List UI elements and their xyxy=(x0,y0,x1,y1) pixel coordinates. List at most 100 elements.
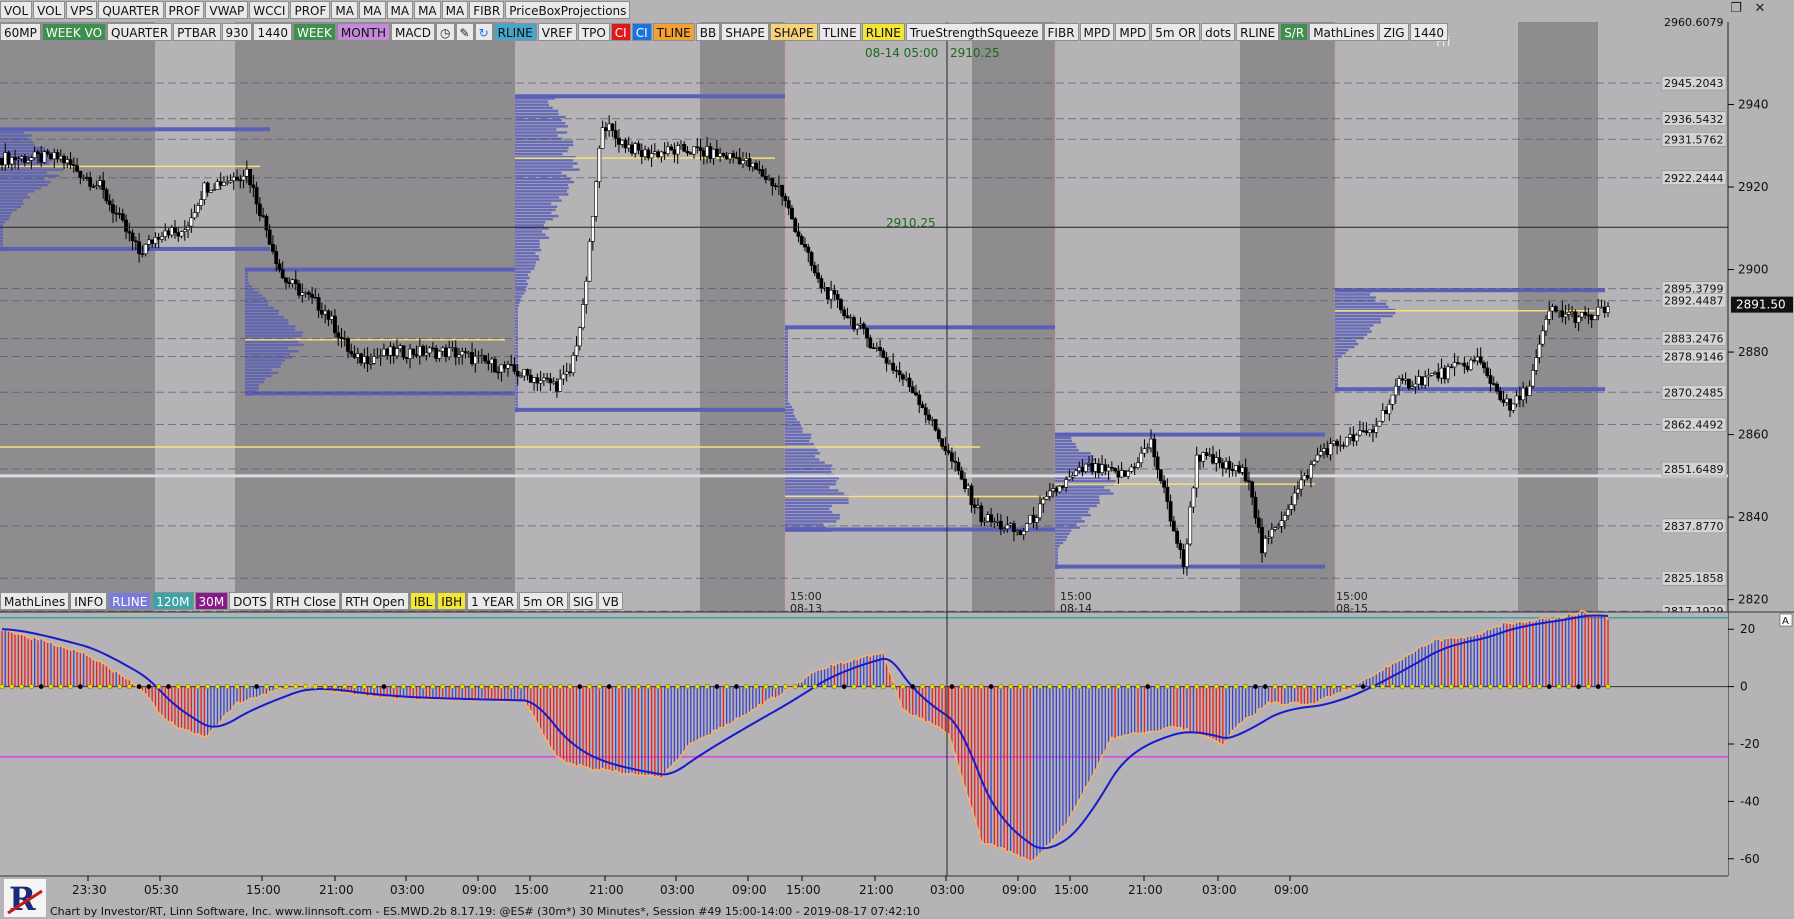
top-ma-button[interactable]: MA xyxy=(331,1,358,19)
squeeze-dot xyxy=(1292,684,1298,690)
ind-rline-button[interactable]: RLINE xyxy=(861,23,905,41)
low-ibl-button[interactable]: IBL xyxy=(409,592,437,610)
volume-profile-bar xyxy=(1055,458,1096,461)
top-vol-button[interactable]: VOL xyxy=(33,1,66,19)
ind-bb-button[interactable]: BB xyxy=(695,23,721,41)
ind-shape-button[interactable]: SHAPE xyxy=(721,23,769,41)
ind-shape-button[interactable]: SHAPE xyxy=(769,23,818,41)
ind-month-button[interactable]: MONTH xyxy=(336,23,391,41)
top-prof-button[interactable]: PROF xyxy=(164,1,205,19)
low-120m-button[interactable]: 120M xyxy=(152,592,194,610)
top-quarter-button[interactable]: QUARTER xyxy=(98,1,164,19)
volume-profile-bar xyxy=(0,233,3,236)
ind-rline-button[interactable]: RLINE xyxy=(493,23,537,41)
candle-body xyxy=(1374,425,1379,433)
ind-tline-button[interactable]: TLINE xyxy=(652,23,695,41)
volume-profile-bar xyxy=(1335,293,1370,296)
candle-body xyxy=(1191,487,1196,508)
low-rth-close-button[interactable]: RTH Close xyxy=(271,592,341,610)
ind-mpd-button[interactable]: MPD xyxy=(1115,23,1151,41)
candle-body xyxy=(326,310,331,320)
ind-vref-button[interactable]: VREF xyxy=(537,23,577,41)
ind-fibr-button[interactable]: FIBR xyxy=(1043,23,1079,41)
ind-quarter-button[interactable]: QUARTER xyxy=(107,23,173,41)
candle-body xyxy=(1400,378,1405,381)
ind-mpd-button[interactable]: MPD xyxy=(1079,23,1115,41)
top-vol-button[interactable]: VOL xyxy=(0,1,33,19)
low-mathlines-button[interactable]: MathLines xyxy=(0,592,70,610)
candle-body xyxy=(75,165,79,172)
ind-930-button[interactable]: 930 xyxy=(221,23,253,41)
low-rline-button[interactable]: RLINE xyxy=(108,592,152,610)
ind-ptbar-button[interactable]: PTBAR xyxy=(173,23,221,41)
candle-body xyxy=(747,158,752,168)
volume-profile-bar xyxy=(245,291,259,294)
volume-profile-bar xyxy=(515,171,562,174)
low-30m-button[interactable]: 30M xyxy=(194,592,229,610)
chart-canvas[interactable]: 2820 2840 2860 2880 2900 2920 2940 2945.2043 293… xyxy=(0,0,1794,919)
volume-profile-bar xyxy=(1055,436,1072,440)
top-prof-button[interactable]: PROF xyxy=(290,1,331,19)
pencil-icon[interactable]: ✎ xyxy=(455,23,474,41)
candle-body xyxy=(1237,465,1242,473)
squeeze-dot xyxy=(58,684,64,690)
top-ma-button[interactable]: MA xyxy=(358,1,386,19)
ind-5m-or-button[interactable]: 5m OR xyxy=(1151,23,1201,41)
volume-profile-bar xyxy=(785,461,825,464)
candle-body xyxy=(1113,468,1118,472)
ind-macd-button[interactable]: MACD xyxy=(391,23,436,41)
low-1-year-button[interactable]: 1 YEAR xyxy=(467,592,519,610)
ind-week-button[interactable]: WEEK xyxy=(292,23,336,41)
low-ibh-button[interactable]: IBH xyxy=(437,592,467,610)
low-info-button[interactable]: INFO xyxy=(70,592,108,610)
low-5m-or-button[interactable]: 5m OR xyxy=(519,592,568,610)
ind-zig-button[interactable]: ZIG xyxy=(1379,23,1409,41)
low-sig-button[interactable]: SIG xyxy=(568,592,598,610)
macd-axis[interactable]: 20 0 -20 -40 -60 A xyxy=(1728,613,1794,876)
ind-tpo-button[interactable]: TPO xyxy=(577,23,610,41)
candle-body xyxy=(169,227,174,236)
refresh-icon[interactable]: ↻ xyxy=(474,23,493,41)
low-dots-button[interactable]: DOTS xyxy=(229,592,271,610)
close-icon[interactable]: ✕ xyxy=(1750,0,1770,18)
ind-week-vo-button[interactable]: WEEK VO xyxy=(41,23,107,41)
top-fibr-button[interactable]: FIBR xyxy=(469,1,505,19)
candle-body xyxy=(1067,476,1072,480)
ind-ci-button[interactable]: CI xyxy=(610,23,631,41)
candle-body xyxy=(617,137,621,145)
candle-body xyxy=(783,195,788,201)
candle-body xyxy=(744,158,749,161)
ind-rline-button[interactable]: RLINE xyxy=(1236,23,1280,41)
top-ma-button[interactable]: MA xyxy=(414,1,441,19)
candle-body xyxy=(1475,356,1480,362)
top-ma-button[interactable]: MA xyxy=(441,1,469,19)
candle-body xyxy=(1227,461,1232,470)
squeeze-dot xyxy=(920,684,926,690)
ind-dots-button[interactable]: dots xyxy=(1201,23,1236,41)
low-rth-open-button[interactable]: RTH Open xyxy=(341,592,409,610)
ind-s-r-button[interactable]: S/R xyxy=(1280,23,1309,41)
ind-tline-button[interactable]: TLINE xyxy=(818,23,861,41)
candle-body xyxy=(535,377,540,384)
candle-body xyxy=(633,143,638,154)
top-ma-button[interactable]: MA xyxy=(386,1,414,19)
top-wcci-button[interactable]: WCCI xyxy=(249,1,290,19)
candle-body xyxy=(574,345,579,356)
top-vps-button[interactable]: VPS xyxy=(66,1,98,19)
ind-mathlines-button[interactable]: MathLines xyxy=(1309,23,1379,41)
ind-1440-button[interactable]: 1440 xyxy=(253,23,292,41)
candle-body xyxy=(1168,501,1173,522)
ind-1440-button[interactable]: 1440 xyxy=(1409,23,1449,41)
low-vb-button[interactable]: VB xyxy=(598,592,623,610)
ind-truestrengthsqueeze-button[interactable]: TrueStrengthSqueeze xyxy=(905,23,1043,41)
candle-body xyxy=(313,297,318,299)
candle-body xyxy=(173,227,177,233)
ind-ci-button[interactable]: CI xyxy=(631,23,652,41)
ind-60mp-button[interactable]: 60MP xyxy=(0,23,41,41)
clock-icon[interactable]: ◷ xyxy=(436,23,455,41)
top-priceboxprojections-button[interactable]: PriceBoxProjections xyxy=(505,1,631,19)
candle-body xyxy=(1018,530,1023,535)
restore-icon[interactable]: ❐ xyxy=(1726,0,1746,18)
volume-profile-bar xyxy=(1335,373,1338,377)
top-vwap-button[interactable]: VWAP xyxy=(205,1,249,19)
